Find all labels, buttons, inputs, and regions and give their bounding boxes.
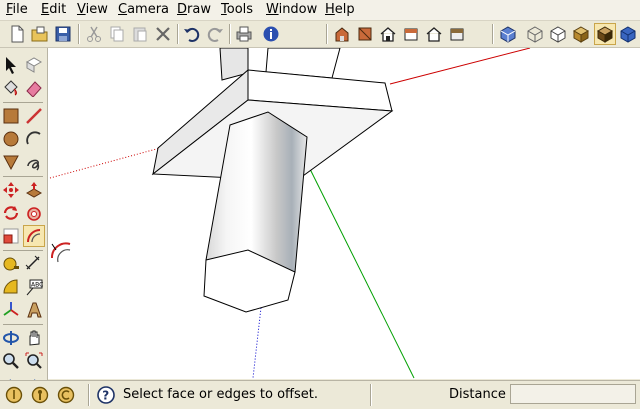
status-bar: ? Select face or edges to offset. Distan… (0, 380, 640, 409)
move-icon[interactable] (0, 179, 22, 201)
menu-window-rest: indow (278, 2, 318, 17)
text-icon[interactable]: ABC (23, 276, 45, 298)
toolbar-separator (177, 24, 179, 44)
svg-text:ABC: ABC (31, 282, 43, 289)
tape-measure-icon[interactable] (0, 253, 22, 275)
menu-help-rest: elp (334, 2, 355, 17)
menu-view[interactable]: View (77, 2, 108, 18)
tools-toolbar: ABC (0, 48, 48, 389)
toolbar-separator (3, 176, 43, 177)
status-message: Select face or edges to offset. (123, 387, 318, 402)
back-view-icon[interactable] (423, 23, 445, 45)
paste-icon[interactable] (129, 23, 151, 45)
circle-icon[interactable] (0, 128, 22, 150)
green-axis (307, 164, 415, 379)
red-axis-hidden (49, 147, 161, 179)
save-icon[interactable] (52, 23, 74, 45)
front-view-icon[interactable] (377, 23, 399, 45)
menu-camera-rest: amera (127, 2, 170, 17)
orbit-icon[interactable] (0, 327, 22, 349)
menu-draw[interactable]: Draw (177, 2, 211, 18)
pan-icon[interactable] (23, 327, 45, 349)
toolbar-separator (3, 102, 43, 103)
3d-text-icon[interactable] (23, 299, 45, 321)
offset-cursor (50, 242, 71, 263)
follow-me-icon[interactable] (23, 202, 45, 224)
rectangle-icon[interactable] (0, 105, 22, 127)
arc-icon[interactable] (23, 128, 45, 150)
new-icon[interactable] (6, 23, 28, 45)
rotate-icon[interactable] (0, 202, 22, 224)
menu-bar: File Edit View Camera Draw Tools Window … (0, 0, 640, 21)
toolbar-separator (3, 250, 43, 251)
toolbar-separator (3, 324, 43, 325)
svg-text:?: ? (102, 389, 109, 403)
offset-icon[interactable] (23, 225, 45, 247)
scale-icon[interactable] (0, 225, 22, 247)
line-icon[interactable] (23, 105, 45, 127)
toolbar-separator (492, 24, 494, 44)
copy-icon[interactable] (106, 23, 128, 45)
monochrome-style-icon[interactable] (617, 23, 639, 45)
polygon-icon[interactable] (0, 151, 22, 173)
zoom-extents-icon[interactable] (23, 350, 45, 372)
status-separator (88, 384, 90, 406)
print-icon[interactable] (233, 23, 255, 45)
menu-tools-rest: ools (226, 2, 254, 17)
left-view-icon[interactable] (446, 23, 468, 45)
open-icon[interactable] (29, 23, 51, 45)
push-pull-icon[interactable] (23, 179, 45, 201)
help-icon[interactable]: ? (95, 384, 117, 406)
cut-icon[interactable] (83, 23, 105, 45)
menu-window[interactable]: Window (266, 2, 317, 18)
menu-draw-rest: raw (187, 2, 211, 17)
sign-in-icon[interactable] (55, 384, 77, 406)
zoom-icon[interactable] (0, 350, 22, 372)
main-toolbar (0, 21, 640, 48)
hidden-line-style-icon[interactable] (547, 23, 569, 45)
credits-icon[interactable] (29, 384, 51, 406)
menu-file-rest: ile (12, 2, 28, 17)
menu-tools[interactable]: Tools (221, 2, 253, 18)
toolbar-separator (78, 24, 80, 44)
menu-edit-rest: dit (49, 2, 67, 17)
menu-camera[interactable]: Camera (118, 2, 169, 18)
model-info-icon[interactable] (260, 23, 282, 45)
axes-icon[interactable] (0, 299, 22, 321)
redo-icon[interactable] (204, 23, 226, 45)
measurement-label: Distance (449, 387, 506, 402)
menu-edit[interactable]: Edit (41, 2, 66, 18)
make-component-icon[interactable] (23, 54, 45, 76)
model-canvas[interactable] (48, 48, 640, 379)
measurement-input[interactable] (510, 384, 636, 404)
geo-location-icon[interactable] (3, 384, 25, 406)
paint-bucket-icon[interactable] (0, 77, 22, 99)
top-view-icon[interactable] (354, 23, 376, 45)
shaded-textures-style-icon[interactable] (594, 23, 616, 45)
menu-file[interactable]: File (6, 2, 28, 18)
red-axis (389, 48, 531, 85)
toolbar-separator (326, 24, 328, 44)
freehand-icon[interactable] (23, 151, 45, 173)
shaded-style-icon[interactable] (570, 23, 592, 45)
iso-view-icon[interactable] (331, 23, 353, 45)
xray-style-icon[interactable] (497, 23, 519, 45)
eraser-icon[interactable] (23, 77, 45, 99)
erase-icon[interactable] (152, 23, 174, 45)
right-view-icon[interactable] (400, 23, 422, 45)
undo-icon[interactable] (181, 23, 203, 45)
protractor-icon[interactable] (0, 276, 22, 298)
dimension-icon[interactable] (23, 253, 45, 275)
drawing-area[interactable] (48, 48, 640, 379)
toolbar-separator (229, 24, 231, 44)
menu-view-rest: iew (85, 2, 108, 17)
status-separator (370, 384, 372, 406)
select-icon[interactable] (0, 54, 22, 76)
menu-help[interactable]: Help (325, 2, 355, 18)
wireframe-style-icon[interactable] (524, 23, 546, 45)
